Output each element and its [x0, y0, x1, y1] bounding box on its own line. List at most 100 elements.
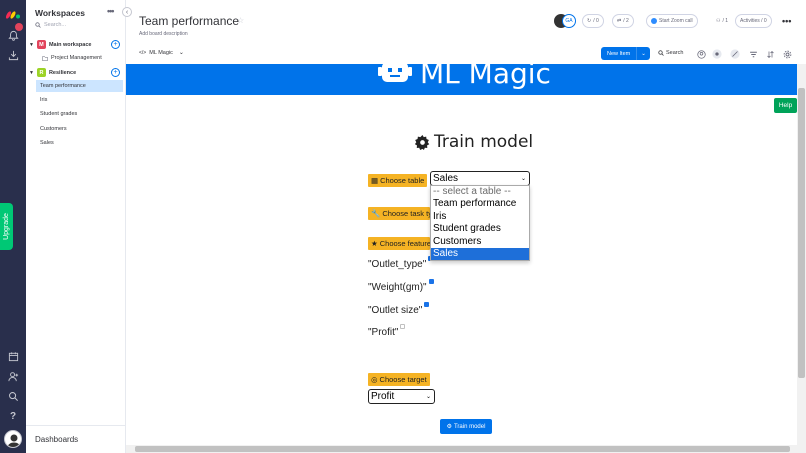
invite-user-icon[interactable] — [5, 368, 21, 384]
tab-ml-magic[interactable]: </> ML Magic ⌄ — [139, 49, 184, 57]
sidebar-item-sales[interactable]: Sales — [36, 137, 123, 149]
sidebar-item-label: Team performance — [40, 83, 86, 89]
sort-icon[interactable] — [765, 49, 775, 59]
choose-target-text: Choose target — [379, 375, 427, 384]
collapse-sidebar-chevron-icon[interactable]: ‹ — [122, 7, 132, 17]
zoom-call-button[interactable]: Start Zoom call — [646, 14, 698, 28]
feature-outlet-type: "Outlet_type" — [368, 256, 434, 270]
updates-button[interactable]: ↻/ 0 — [582, 14, 604, 28]
gear-icon[interactable] — [782, 49, 792, 59]
feature-outlet-size-label: "Outlet size" — [368, 305, 423, 316]
inbox-download-icon[interactable] — [5, 47, 21, 63]
board-search-button[interactable]: Search — [658, 50, 683, 56]
ml-magic-app-view: ML Magic Help Train model ▦ Choose table … — [126, 64, 797, 445]
vertical-scrollbar-thumb[interactable] — [798, 88, 805, 378]
table-option-sales[interactable]: Sales — [431, 247, 529, 261]
board-title[interactable]: Team performance — [139, 14, 239, 28]
choose-task-label: 🔧 Choose task ty — [368, 207, 430, 220]
workspace-main[interactable]: ▼ M Main workspace — [29, 40, 91, 49]
vertical-scrollbar[interactable] — [797, 64, 806, 445]
user-avatar[interactable] — [4, 430, 22, 448]
table-select[interactable]: Sales ⌄ — [430, 171, 530, 186]
board-more-icon[interactable]: ••• — [782, 16, 791, 26]
feature-profit-checkbox[interactable] — [400, 324, 406, 329]
board-description[interactable]: Add board description — [139, 31, 188, 37]
app-banner: ML Magic — [126, 64, 797, 95]
sidebar-item-customers[interactable]: Customers — [36, 123, 123, 135]
table-icon: ▦ — [371, 176, 379, 185]
horizontal-scrollbar-thumb[interactable] — [135, 446, 790, 452]
board-header: Team performance ☆ Add board description… — [126, 0, 806, 64]
app-banner-title: ML Magic — [420, 64, 551, 90]
workspace-resilience[interactable]: ▼ R Resilience — [29, 68, 76, 77]
calendar-icon[interactable] — [5, 348, 21, 364]
sidebar-item-label: Project Management — [51, 55, 102, 61]
choose-table-label: ▦ Choose table — [368, 174, 428, 187]
add-to-resilience-workspace-button[interactable]: + — [111, 68, 120, 77]
workspace-resilience-name: Resilience — [48, 69, 77, 76]
zoom-call-label: Start Zoom call — [659, 18, 693, 24]
caret-down-icon: ▼ — [29, 69, 34, 76]
members-count: / 1 — [722, 18, 729, 24]
feature-profit: "Profit" — [368, 324, 406, 338]
activities-button[interactable]: Activities / 0 — [735, 14, 772, 28]
feature-weight: "Weight(gm)" — [368, 279, 434, 293]
favorite-star-icon[interactable]: ☆ — [237, 16, 244, 25]
new-item-dropdown-chevron-icon[interactable]: ⌄ — [636, 47, 650, 60]
search-icon — [658, 50, 664, 56]
sidebar-footer-divider — [26, 425, 126, 426]
train-model-button-label: Train model — [453, 423, 486, 430]
board-search-label: Search — [666, 50, 684, 56]
sidebar-search-input[interactable]: Search... — [35, 22, 66, 28]
updates-count: / 0 — [593, 18, 599, 24]
sidebar-item-student-grades[interactable]: Student grades — [36, 108, 123, 120]
train-model-button[interactable]: ⚙ Train model — [440, 419, 492, 434]
table-option-placeholder[interactable]: -- select a table -- — [431, 186, 529, 198]
target-select[interactable]: Profit ⌄ — [368, 389, 435, 404]
target-icon: ◎ — [371, 375, 378, 384]
help-question-icon[interactable]: ? — [5, 408, 21, 424]
members-button[interactable]: ⚇/ 1 — [712, 14, 732, 28]
workspace-resilience-icon: R — [36, 68, 46, 77]
search-icon[interactable] — [5, 388, 21, 404]
sidebar-item-label: Sales — [40, 140, 54, 146]
feature-outlet-size-checkbox[interactable] — [424, 302, 430, 307]
person-filter-icon[interactable] — [696, 49, 706, 59]
sidebar-item-iris[interactable]: Iris — [36, 94, 123, 106]
search-placeholder: Search... — [44, 22, 67, 28]
upgrade-button[interactable]: Upgrade — [0, 203, 13, 250]
caret-down-icon: ▼ — [29, 41, 34, 48]
hide-icon[interactable] — [730, 49, 740, 59]
sidebar-more-icon[interactable]: ••• — [107, 6, 115, 16]
new-item-label: New Item — [607, 50, 631, 57]
table-option-iris[interactable]: Iris — [431, 211, 529, 223]
eye-icon[interactable] — [712, 49, 722, 59]
table-option-team-performance[interactable]: Team performance — [431, 198, 529, 210]
feature-weight-label: "Weight(gm)" — [368, 282, 427, 293]
feature-outlet-size: "Outlet size" — [368, 302, 430, 316]
horizontal-scrollbar[interactable] — [126, 445, 806, 453]
sidebar-item-team-performance[interactable]: Team performance — [36, 80, 123, 92]
activities-label: Activities / 0 — [740, 18, 767, 24]
train-model-heading: Train model — [415, 132, 533, 152]
filter-icon[interactable] — [748, 49, 758, 59]
table-option-customers[interactable]: Customers — [431, 236, 529, 248]
table-select-dropdown: -- select a table -- Team performance Ir… — [430, 185, 530, 261]
monday-logo-icon[interactable] — [5, 4, 21, 20]
help-button[interactable]: Help — [774, 98, 797, 113]
chevron-down-icon: ⌄ — [178, 50, 184, 56]
choose-features-label: ★ Choose feature — [368, 237, 430, 250]
star-icon: ★ — [371, 239, 378, 248]
add-to-main-workspace-button[interactable]: + — [111, 40, 120, 49]
chevron-down-icon: ⌄ — [425, 394, 431, 400]
choose-target-label: ◎ Choose target — [368, 373, 430, 386]
dashboards-link[interactable]: Dashboards — [35, 435, 78, 444]
chevron-down-icon: ⌄ — [520, 176, 526, 182]
feature-weight-checkbox[interactable] — [428, 279, 434, 284]
sidebar-item-label: Student grades — [40, 111, 78, 117]
integrations-button[interactable]: ⇄/ 2 — [612, 14, 634, 28]
member-avatar-initials[interactable]: GA — [562, 14, 576, 28]
table-option-student-grades[interactable]: Student grades — [431, 223, 529, 235]
new-item-button[interactable]: New Item ⌄ — [601, 47, 650, 60]
sidebar-item-project-management[interactable]: Project Management — [38, 52, 125, 64]
